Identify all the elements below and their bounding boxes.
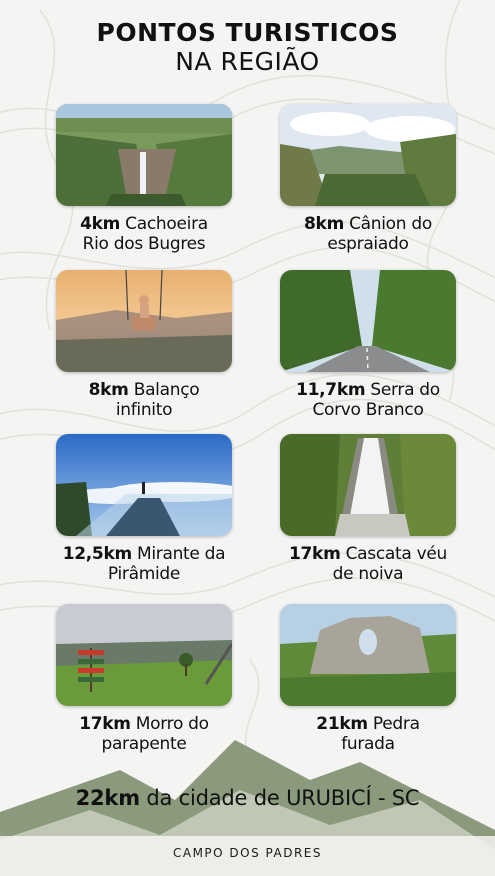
spot-name: Balanço	[133, 380, 200, 400]
spot-name: Cachoeira	[125, 214, 208, 234]
spot-name: Morro do	[135, 714, 209, 734]
spot-name-cont: infinito	[115, 400, 173, 420]
city-distance: 22km	[75, 786, 140, 810]
spot-caption: 12,5km Mirante da Pirâmide	[56, 544, 232, 584]
spot-card: 17km Morro do parapente	[56, 604, 232, 754]
spot-name: Pedra	[372, 714, 420, 734]
spot-name: Mirante da	[136, 544, 226, 564]
spot-distance: 12,5km	[62, 544, 132, 564]
spot-caption: 17km Cascata véu de noiva	[280, 544, 456, 584]
brand-name: CAMPO DOS PADRES	[172, 846, 322, 860]
spot-caption: 21km Pedra furada	[280, 714, 456, 754]
spot-name: Serra do	[370, 380, 440, 400]
spot-name-cont: Corvo Branco	[312, 400, 424, 420]
spot-name: Cânion do	[349, 214, 432, 234]
title-line2: NA REGIÃO	[175, 47, 320, 76]
spot-name: Cascata véu	[345, 544, 448, 564]
spot-caption: 11,7km Serra do Corvo Branco	[280, 380, 456, 420]
spot-name-cont: Pirâmide	[107, 564, 181, 584]
spot-card: 8km Cânion do espraiado	[280, 104, 456, 254]
spot-card: 8km Balanço infinito	[56, 270, 232, 420]
spot-caption: 8km Balanço infinito	[56, 380, 232, 420]
title-line1: PONTOS TURISTICOS	[96, 18, 399, 47]
glass-lookout-photo	[56, 434, 232, 536]
spot-card: 17km Cascata véu de noiva	[280, 434, 456, 584]
spot-caption: 4km Cachoeira Rio dos Bugres	[56, 214, 232, 254]
spot-distance: 17km	[289, 544, 341, 564]
spot-card: 12,5km Mirante da Pirâmide	[56, 434, 232, 584]
spot-caption: 17km Morro do parapente	[56, 714, 232, 754]
bridal-veil-waterfall-photo	[280, 434, 456, 536]
spot-distance: 8km	[88, 380, 129, 400]
road-cut-photo	[280, 270, 456, 372]
spot-card: 4km Cachoeira Rio dos Bugres	[56, 104, 232, 254]
swing-sunset-photo	[56, 270, 232, 372]
city-distance-line: 22km da cidade de URUBICÍ - SC	[0, 786, 495, 810]
canyon-valley-photo	[280, 104, 456, 206]
spot-name-cont: furada	[341, 734, 395, 754]
spot-distance: 4km	[80, 214, 121, 234]
waterfall-canyon-photo	[56, 104, 232, 206]
pierced-rock-photo	[280, 604, 456, 706]
spot-name-cont: parapente	[101, 734, 187, 754]
spot-distance: 11,7km	[296, 380, 366, 400]
spot-name-cont: espraiado	[327, 234, 409, 254]
header: PONTOS TURISTICOS NA REGIÃO	[0, 18, 495, 76]
spot-caption: 8km Cânion do espraiado	[280, 214, 456, 254]
spot-name-cont: de noiva	[332, 564, 404, 584]
spot-distance: 17km	[79, 714, 131, 734]
spot-distance: 21km	[316, 714, 368, 734]
spot-card: 21km Pedra furada	[280, 604, 456, 754]
spot-card: 11,7km Serra do Corvo Branco	[280, 270, 456, 420]
paragliding-hill-photo	[56, 604, 232, 706]
city-distance-text: da cidade de URUBICÍ - SC	[146, 786, 420, 810]
spot-distance: 8km	[304, 214, 344, 234]
spot-name-cont: Rio dos Bugres	[82, 234, 206, 254]
